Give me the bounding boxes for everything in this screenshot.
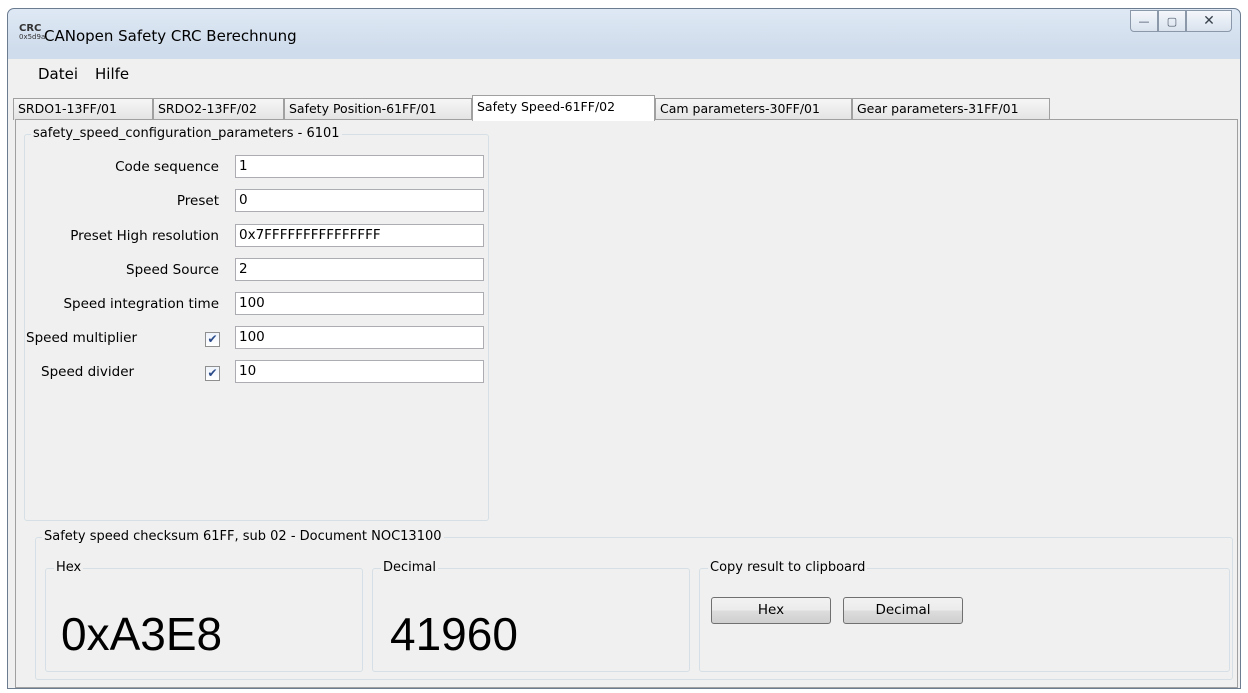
copy-decimal-button[interactable]: Decimal xyxy=(843,597,963,624)
minimize-button[interactable]: — xyxy=(1130,10,1158,32)
label-preset-high-resolution: Preset High resolution xyxy=(70,228,219,244)
copy-groupbox: Copy result to clipboard Hex Decimal xyxy=(699,560,1230,672)
menu-bar: Datei Hilfe xyxy=(8,59,1240,89)
speed-divider-input[interactable]: 10 xyxy=(235,360,484,383)
label-speed-integration-time: Speed integration time xyxy=(63,296,219,312)
checksum-groupbox: Safety speed checksum 61FF, sub 02 - Doc… xyxy=(35,529,1233,680)
speed-multiplier-input[interactable]: 100 xyxy=(235,326,484,349)
client-area: SRDO1-13FF/01 SRDO2-13FF/02 Safety Posit… xyxy=(8,89,1240,688)
speed-divider-checkbox[interactable]: ✔ xyxy=(205,366,220,381)
tab-cam-parameters[interactable]: Cam parameters-30FF/01 xyxy=(655,98,852,120)
maximize-button[interactable]: ▢ xyxy=(1158,10,1186,32)
label-speed-divider: Speed divider xyxy=(41,364,135,380)
checkmark-icon: ✔ xyxy=(207,332,218,346)
label-speed-multiplier: Speed multiplier xyxy=(26,330,138,346)
close-button[interactable]: ✕ xyxy=(1186,10,1232,32)
hex-result: 0xA3E8 xyxy=(61,608,223,660)
tab-safety-position[interactable]: Safety Position-61FF/01 xyxy=(284,98,472,120)
preset-input[interactable]: 0 xyxy=(235,189,484,212)
speed-source-input[interactable]: 2 xyxy=(235,258,484,281)
preset-high-resolution-input[interactable]: 0x7FFFFFFFFFFFFFFF xyxy=(235,224,484,247)
config-group-title: safety_speed_configuration_parameters - … xyxy=(31,126,342,141)
minimize-icon: — xyxy=(1138,14,1150,28)
tab-safety-speed[interactable]: Safety Speed-61FF/02 xyxy=(472,95,655,121)
hex-groupbox: Hex 0xA3E8 xyxy=(45,560,363,672)
checksum-group-title: Safety speed checksum 61FF, sub 02 - Doc… xyxy=(42,529,444,544)
decimal-result: 41960 xyxy=(390,608,518,660)
config-groupbox: safety_speed_configuration_parameters - … xyxy=(24,126,489,521)
hex-group-title: Hex xyxy=(54,560,84,575)
label-speed-source: Speed Source xyxy=(126,262,219,278)
decimal-group-title: Decimal xyxy=(381,560,439,575)
tab-page-safety-speed: safety_speed_configuration_parameters - … xyxy=(15,119,1238,688)
menu-datei[interactable]: Datei xyxy=(38,65,78,83)
tab-srdo1[interactable]: SRDO1-13FF/01 xyxy=(13,98,153,120)
window-title: CANopen Safety CRC Berechnung xyxy=(44,27,297,45)
label-code-sequence: Code sequence xyxy=(115,159,219,175)
title-bar[interactable]: CRC 0x5d9a CANopen Safety CRC Berechnung… xyxy=(8,9,1240,59)
app-crc-icon: CRC 0x5d9a xyxy=(19,23,46,42)
copy-hex-button[interactable]: Hex xyxy=(711,597,831,624)
speed-integration-time-input[interactable]: 100 xyxy=(235,292,484,315)
copy-group-title: Copy result to clipboard xyxy=(708,560,868,575)
menu-hilfe[interactable]: Hilfe xyxy=(95,65,129,83)
window-controls: — ▢ ✕ xyxy=(1130,10,1232,32)
decimal-groupbox: Decimal 41960 xyxy=(372,560,690,672)
tab-gear-parameters[interactable]: Gear parameters-31FF/01 xyxy=(852,98,1050,120)
checkmark-icon: ✔ xyxy=(207,366,218,380)
maximize-icon: ▢ xyxy=(1166,14,1178,28)
app-window: CRC 0x5d9a CANopen Safety CRC Berechnung… xyxy=(7,8,1241,689)
code-sequence-input[interactable]: 1 xyxy=(235,155,484,178)
label-preset: Preset xyxy=(176,193,219,209)
tab-srdo2[interactable]: SRDO2-13FF/02 xyxy=(153,98,284,120)
close-icon: ✕ xyxy=(1203,13,1215,29)
speed-multiplier-checkbox[interactable]: ✔ xyxy=(205,332,220,347)
